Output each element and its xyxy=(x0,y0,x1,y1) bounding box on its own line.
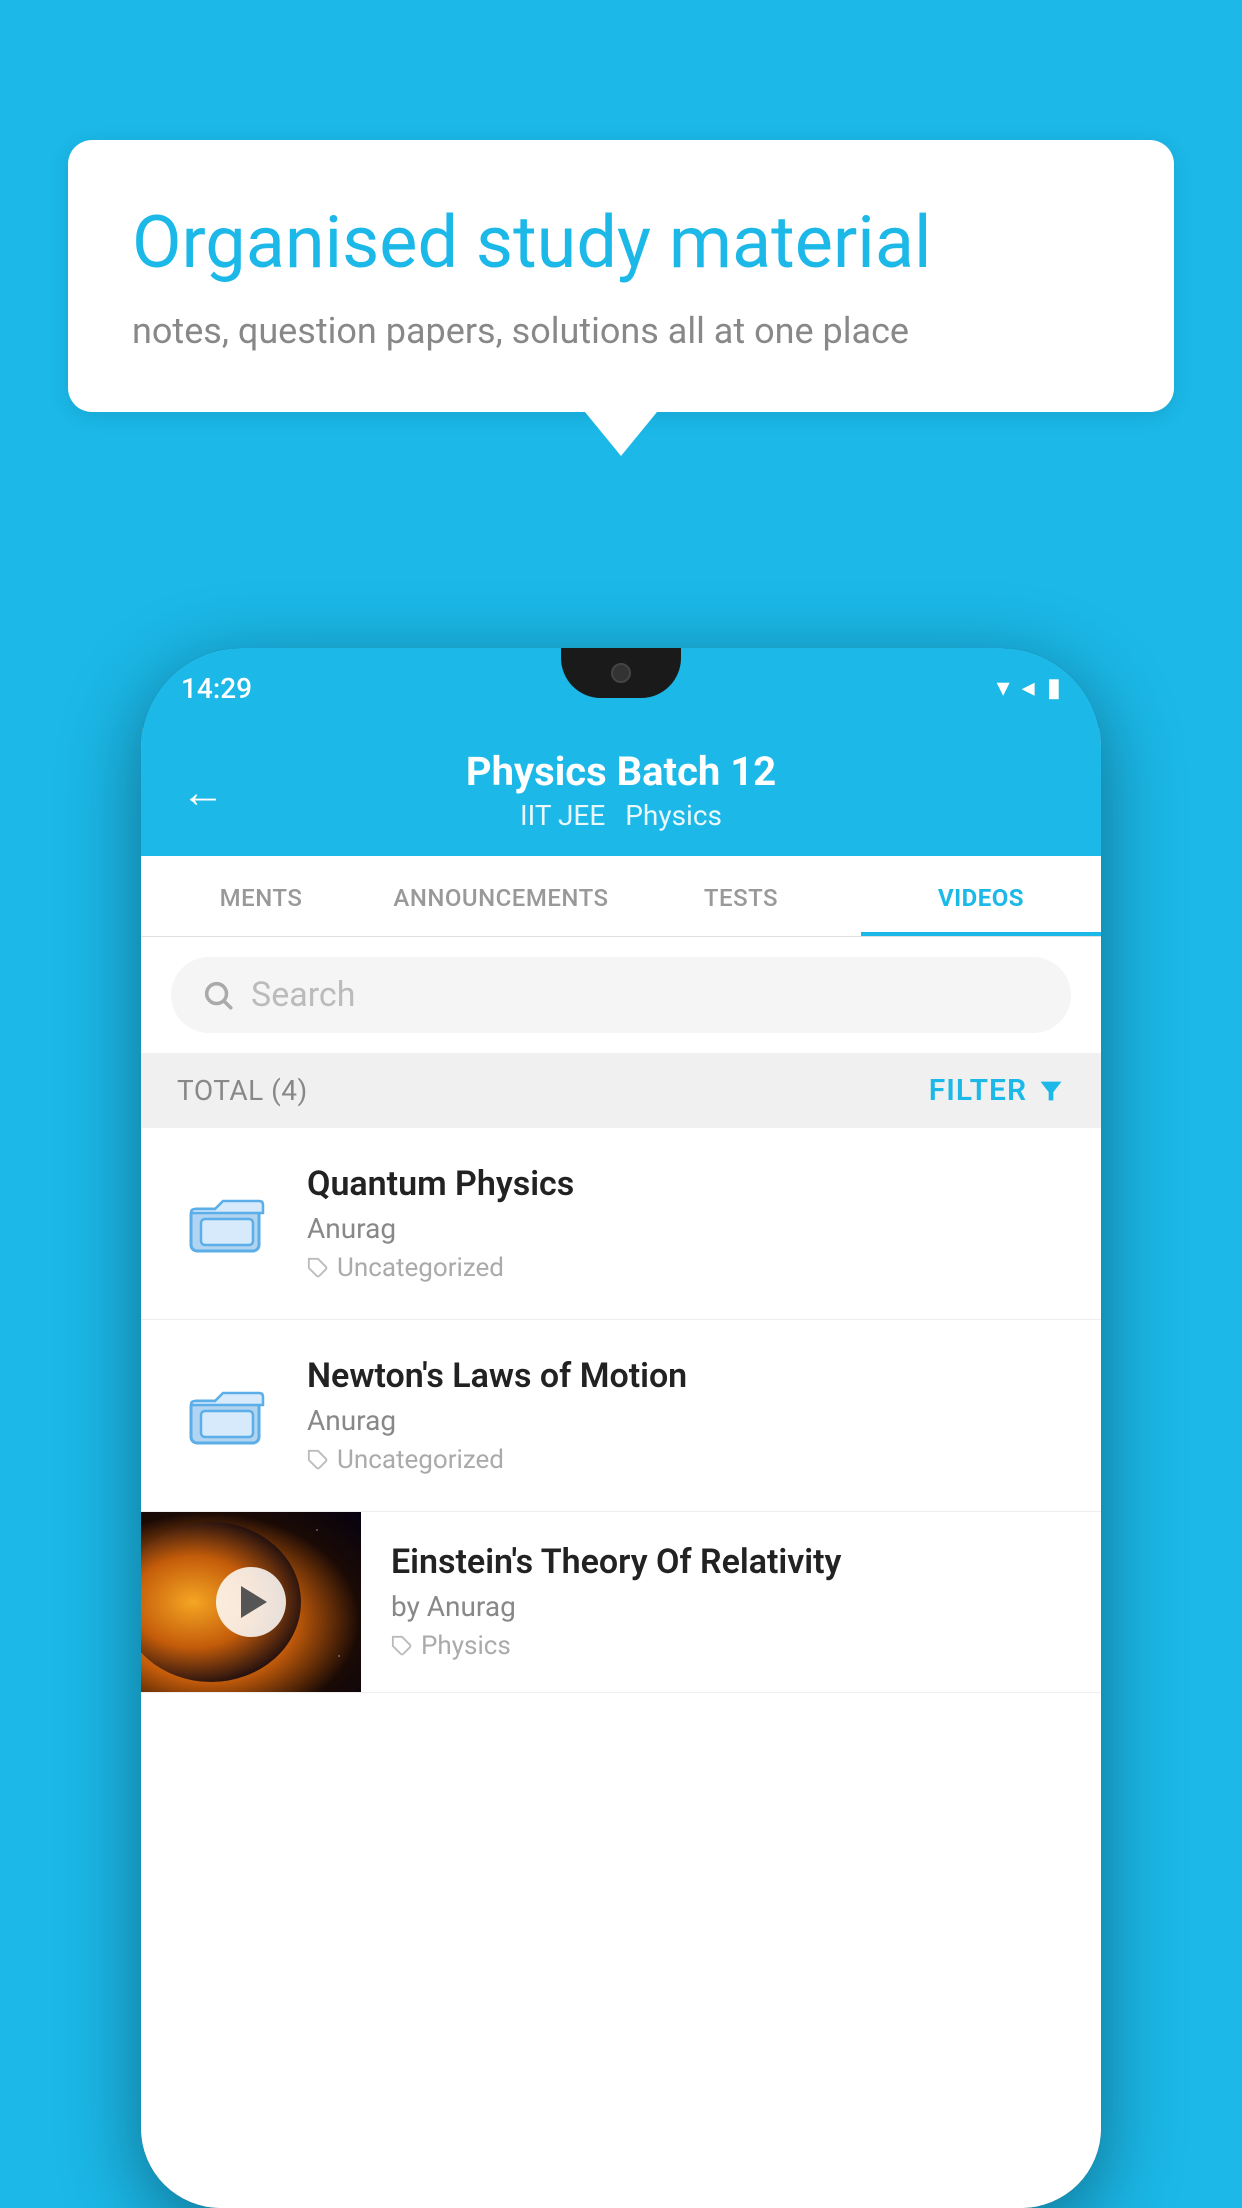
video-tag-1: Uncategorized xyxy=(307,1253,1065,1283)
bubble-subtitle: notes, question papers, solutions all at… xyxy=(132,310,1110,352)
video-item-2[interactable]: Newton's Laws of Motion Anurag Uncategor… xyxy=(141,1320,1101,1512)
total-count: TOTAL (4) xyxy=(177,1074,308,1107)
phone-inner: 14:29 ▾ ◂ ▮ ← Physics Batch 12 IIT JEE P… xyxy=(141,648,1101,2208)
speech-bubble-area: Organised study material notes, question… xyxy=(68,140,1174,456)
header-subtitle: IIT JEE Physics xyxy=(520,799,722,832)
search-box[interactable]: Search xyxy=(171,957,1071,1033)
folder-icon-1 xyxy=(187,1180,267,1260)
status-time: 14:29 xyxy=(181,672,252,705)
video-info-3: Einstein's Theory Of Relativity by Anura… xyxy=(361,1512,1101,1691)
video-info-1: Quantum Physics Anurag Uncategorized xyxy=(307,1164,1065,1283)
signal-icon: ◂ xyxy=(1022,673,1035,703)
video-thumb-2 xyxy=(177,1362,277,1462)
phone-screen: ← Physics Batch 12 IIT JEE Physics MENTS… xyxy=(141,728,1101,2208)
search-icon xyxy=(201,978,235,1012)
video-tag-2: Uncategorized xyxy=(307,1445,1065,1475)
tab-tests[interactable]: TESTS xyxy=(621,856,861,936)
tag-icon-2 xyxy=(307,1449,329,1471)
filter-label: FILTER xyxy=(929,1073,1027,1108)
video-title-2: Newton's Laws of Motion xyxy=(307,1356,1065,1396)
video-tag-text-2: Uncategorized xyxy=(337,1445,504,1475)
play-button-3[interactable] xyxy=(216,1567,286,1637)
tab-ments[interactable]: MENTS xyxy=(141,856,381,936)
bubble-tail xyxy=(585,412,657,456)
bubble-title: Organised study material xyxy=(132,200,1110,286)
video-list: Quantum Physics Anurag Uncategorized xyxy=(141,1128,1101,2208)
video-info-2: Newton's Laws of Motion Anurag Uncategor… xyxy=(307,1356,1065,1475)
video-item-3[interactable]: Einstein's Theory Of Relativity by Anura… xyxy=(141,1512,1101,1693)
app-header: ← Physics Batch 12 IIT JEE Physics xyxy=(141,728,1101,856)
status-bar: 14:29 ▾ ◂ ▮ xyxy=(141,648,1101,728)
search-container: Search xyxy=(141,937,1101,1053)
play-triangle-icon xyxy=(241,1586,267,1618)
battery-icon: ▮ xyxy=(1047,673,1061,703)
wifi-icon: ▾ xyxy=(997,673,1010,703)
video-tag-text-1: Uncategorized xyxy=(337,1253,504,1283)
camera xyxy=(611,663,631,683)
video-thumb-1 xyxy=(177,1170,277,1270)
video-thumbnail-3 xyxy=(141,1512,361,1692)
tag-icon-3 xyxy=(391,1635,413,1657)
tabs-bar: MENTS ANNOUNCEMENTS TESTS VIDEOS xyxy=(141,856,1101,937)
header-subtitle-iitjee: IIT JEE xyxy=(520,799,605,832)
video-author-3: by Anurag xyxy=(391,1590,1071,1623)
video-item-1[interactable]: Quantum Physics Anurag Uncategorized xyxy=(141,1128,1101,1320)
header-title: Physics Batch 12 xyxy=(466,748,776,795)
header-subtitle-physics: Physics xyxy=(625,799,722,832)
video-author-2: Anurag xyxy=(307,1404,1065,1437)
video-tag-text-3: Physics xyxy=(421,1631,511,1661)
search-input[interactable]: Search xyxy=(251,975,355,1015)
filter-icon xyxy=(1037,1077,1065,1105)
notch xyxy=(561,648,681,698)
filter-button[interactable]: FILTER xyxy=(929,1073,1065,1108)
back-button[interactable]: ← xyxy=(181,766,225,818)
tab-videos[interactable]: VIDEOS xyxy=(861,856,1101,936)
video-tag-3: Physics xyxy=(391,1631,1071,1661)
speech-bubble-card: Organised study material notes, question… xyxy=(68,140,1174,412)
filter-bar: TOTAL (4) FILTER xyxy=(141,1053,1101,1128)
video-title-1: Quantum Physics xyxy=(307,1164,1065,1204)
video-title-3: Einstein's Theory Of Relativity xyxy=(391,1542,1071,1582)
tab-announcements[interactable]: ANNOUNCEMENTS xyxy=(381,856,621,936)
phone-frame: 14:29 ▾ ◂ ▮ ← Physics Batch 12 IIT JEE P… xyxy=(141,648,1101,2208)
folder-icon-2 xyxy=(187,1372,267,1452)
video-author-1: Anurag xyxy=(307,1212,1065,1245)
status-icons: ▾ ◂ ▮ xyxy=(997,673,1061,703)
tag-icon-1 xyxy=(307,1257,329,1279)
